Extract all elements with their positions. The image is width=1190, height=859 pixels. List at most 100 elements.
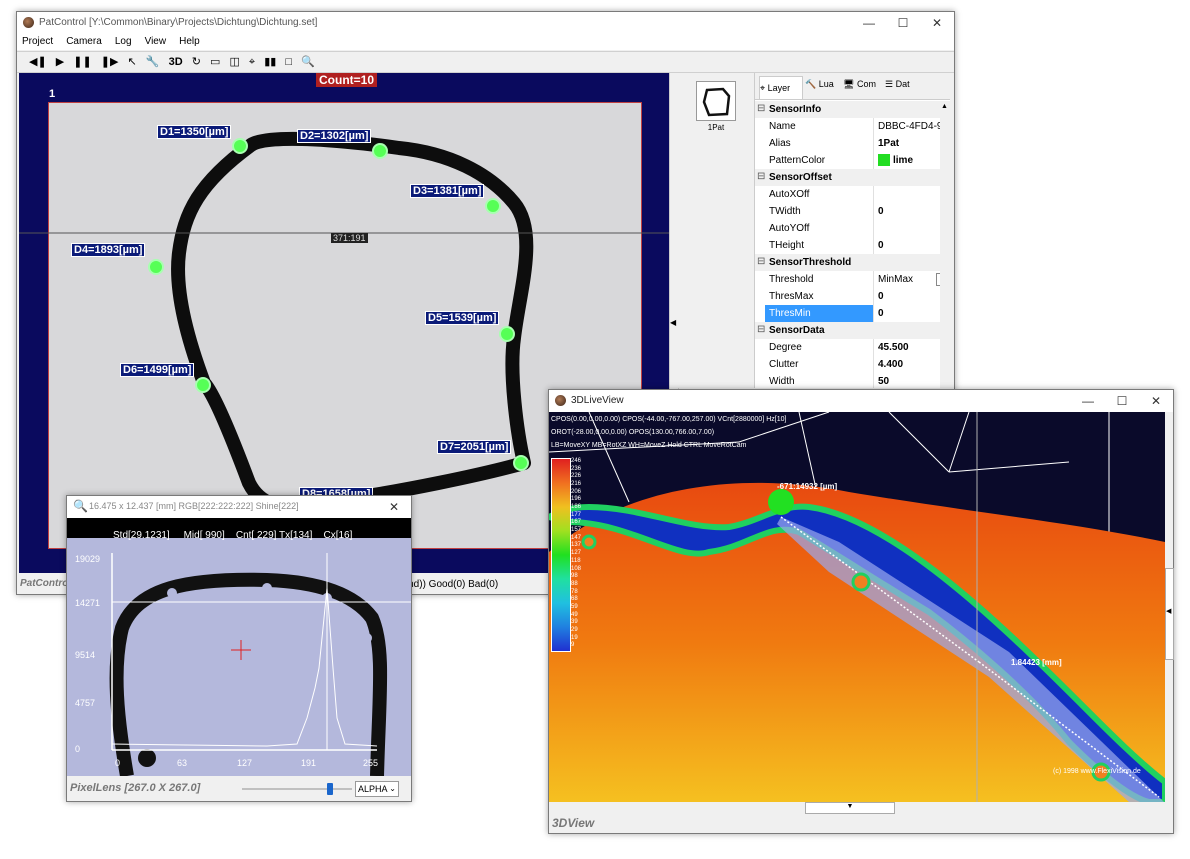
category-label: SensorData xyxy=(769,325,825,336)
prop-row-alias[interactable]: Alias 1Pat xyxy=(755,135,950,153)
select-tool-icon[interactable]: ↖ xyxy=(128,55,137,68)
pixellens-status: PixelLens [267.0 X 267.0] xyxy=(70,782,201,794)
prop-value[interactable]: 0 xyxy=(873,288,950,305)
prop-value[interactable]: 4.400 xyxy=(873,356,950,373)
close-button[interactable]: ✕ xyxy=(920,12,954,34)
liveview3d-titlebar[interactable]: 3DLiveView — ☐ ✕ xyxy=(549,390,1173,412)
frame-icon[interactable]: ▭ xyxy=(210,55,220,68)
tab-layer[interactable]: ⌖ Layer xyxy=(759,76,803,99)
collapse-arrow-icon[interactable]: ◀ xyxy=(670,318,676,327)
collapse-icon[interactable]: ⊟ xyxy=(757,324,765,335)
collapse-arrow-icon[interactable]: ◀ xyxy=(1166,607,1171,615)
prop-value[interactable]: DBBC-4FD4-9 xyxy=(873,118,950,135)
y-tick-19029: 19029 xyxy=(75,554,101,564)
caret-down-icon[interactable]: ▼ xyxy=(847,803,854,810)
collapse-icon[interactable]: ⊟ xyxy=(757,103,765,114)
side-collapse-box[interactable]: ◀ xyxy=(1165,568,1174,660)
color-scale-label: 9 xyxy=(571,642,575,649)
menu-camera[interactable]: Camera xyxy=(61,34,107,47)
zoom-icon[interactable]: 🔍 xyxy=(301,55,315,68)
prop-value[interactable]: 1Pat xyxy=(873,135,950,152)
prop-key: Alias xyxy=(769,138,791,149)
menu-project[interactable]: Project xyxy=(17,34,58,47)
slider-thumb[interactable] xyxy=(327,783,334,795)
prop-row-degree[interactable]: Degree 45.500 xyxy=(755,339,950,357)
y-tick-14271: 14271 xyxy=(75,598,101,608)
category-sensordata[interactable]: ⊟ SensorData xyxy=(755,322,950,340)
menu-view[interactable]: View xyxy=(140,34,172,47)
measurement-point-d2[interactable] xyxy=(372,143,388,159)
measurement-point-d4[interactable] xyxy=(148,259,164,275)
measurement-point-d3[interactable] xyxy=(485,198,501,214)
measurement-point-d5[interactable] xyxy=(499,326,515,342)
prop-value[interactable] xyxy=(873,220,950,237)
prop-value[interactable]: 0 xyxy=(873,305,950,322)
minimize-button[interactable]: — xyxy=(1071,390,1105,412)
pause-icon[interactable]: ❚❚ xyxy=(73,55,91,68)
measurement-point-d1[interactable] xyxy=(232,138,248,154)
prop-row-thresmin[interactable]: ThresMin 0 xyxy=(755,305,950,323)
side-scrollbar[interactable]: ◀ xyxy=(1165,412,1174,802)
window-title: PatControl [Y:\Common\Binary\Projects\Di… xyxy=(39,17,318,28)
prop-value[interactable]: lime xyxy=(873,152,950,169)
prop-row-patterncolor[interactable]: PatternColor lime xyxy=(755,152,950,170)
color-scale-label: 137 xyxy=(571,542,582,549)
prop-key: PatternColor xyxy=(769,155,826,166)
point-label: -671:14932 [µm] xyxy=(777,482,838,491)
prop-row-width[interactable]: Width 50 xyxy=(755,373,950,388)
pattern-thumbnail[interactable] xyxy=(696,81,736,121)
collapse-icon[interactable]: ⊟ xyxy=(757,171,765,182)
category-sensorthreshold[interactable]: ⊟ SensorThreshold xyxy=(755,254,950,272)
pixellens-view[interactable]: Std[29.1231] Mid[ 990] Cnt[ 229] Tx[134]… xyxy=(67,518,411,776)
prop-value[interactable]: 0 xyxy=(873,237,950,254)
tab-lua[interactable]: 🔨 Lua xyxy=(805,79,834,90)
wrench-icon[interactable]: 🔧 xyxy=(146,55,160,68)
prop-value[interactable] xyxy=(873,186,950,203)
category-sensorinfo[interactable]: ⊟ SensorInfo xyxy=(755,101,950,119)
threshold-select[interactable]: MinMax▼ xyxy=(873,271,950,288)
mode-select[interactable]: ALPHA ⌄ xyxy=(355,781,399,797)
prop-row-clutter[interactable]: Clutter 4.400 xyxy=(755,356,950,374)
coord-readout: 371:191 xyxy=(331,233,368,243)
window-icon[interactable]: □ xyxy=(285,56,292,68)
collapse-icon[interactable]: ⊟ xyxy=(757,256,765,267)
tab-com[interactable]: 🖥 Com xyxy=(843,79,876,90)
prop-row-twidth[interactable]: TWidth 0 xyxy=(755,203,950,221)
histogram-icon[interactable]: ▮▮ xyxy=(264,55,276,68)
measurement-point-d6[interactable] xyxy=(195,377,211,393)
pixellens-close-button[interactable]: ✕ xyxy=(377,496,411,518)
prop-value[interactable]: 45.500 xyxy=(873,339,950,356)
prop-row-autoxoff[interactable]: AutoXOff xyxy=(755,186,950,204)
fit-icon[interactable]: ◫ xyxy=(229,55,239,68)
menu-help[interactable]: Help xyxy=(174,34,205,47)
crop-icon[interactable]: ⌖ xyxy=(249,56,255,69)
prop-value[interactable]: 0 xyxy=(873,203,950,220)
tab-dat[interactable]: ☰ Dat xyxy=(885,79,910,90)
scroll-up-icon[interactable]: ▲ xyxy=(941,103,948,110)
alpha-slider[interactable] xyxy=(242,783,352,795)
grid-scrollbar[interactable]: ▲ xyxy=(940,101,950,388)
prop-row-thresmax[interactable]: ThresMax 0 xyxy=(755,288,950,306)
close-button[interactable]: ✕ xyxy=(1139,390,1173,412)
bottom-dropdown-tab[interactable]: ▼ xyxy=(805,802,895,814)
menu-log[interactable]: Log xyxy=(110,34,137,47)
prop-row-autoyoff[interactable]: AutoYOff xyxy=(755,220,950,238)
prop-row-threshold[interactable]: Threshold MinMax▼ xyxy=(755,271,950,289)
step-forward-icon[interactable]: ❚▶ xyxy=(101,55,119,68)
liveview3d-canvas[interactable]: CPOS(0.00,0.00,0.00) CPOS(-44.00,-767.00… xyxy=(549,412,1165,802)
rotate-icon[interactable]: ↻ xyxy=(192,55,201,68)
patcontrol-titlebar[interactable]: PatControl [Y:\Common\Binary\Projects\Di… xyxy=(17,12,954,34)
pixellens-titlebar[interactable]: 🔍 16.475 x 12.437 [mm] RGB[222:222:222] … xyxy=(67,496,411,518)
minimize-button[interactable]: — xyxy=(852,12,886,34)
prop-value[interactable]: 50 xyxy=(873,373,950,388)
measurement-point-d7[interactable] xyxy=(513,455,529,471)
maximize-button[interactable]: ☐ xyxy=(1105,390,1139,412)
x-tick-127: 127 xyxy=(237,758,253,768)
prop-row-theight[interactable]: THeight 0 xyxy=(755,237,950,255)
view-3d-button[interactable]: 3D xyxy=(169,56,183,68)
play-icon[interactable]: ▶ xyxy=(56,55,64,68)
category-sensoroffset[interactable]: ⊟ SensorOffset xyxy=(755,169,950,187)
maximize-button[interactable]: ☐ xyxy=(886,12,920,34)
prop-row-name[interactable]: Name DBBC-4FD4-9 xyxy=(755,118,950,136)
step-back-icon[interactable]: ◀❚ xyxy=(29,55,47,68)
